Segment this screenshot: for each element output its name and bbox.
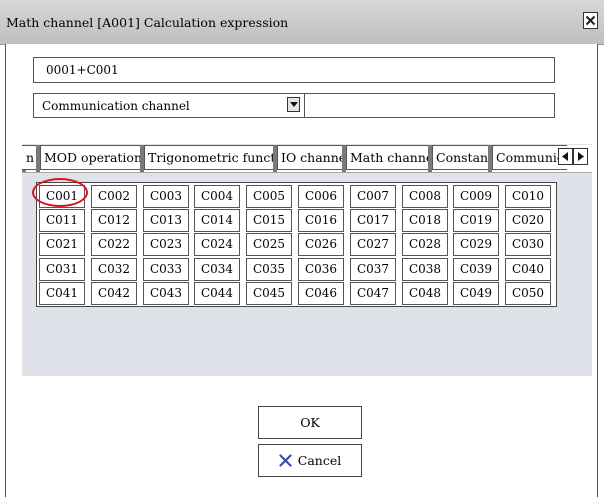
- channel-cell[interactable]: C036: [298, 258, 344, 281]
- channel-cell[interactable]: C048: [402, 282, 448, 305]
- channel-cell[interactable]: C006: [298, 185, 344, 208]
- cancel-label: Cancel: [297, 453, 342, 468]
- dropdown-divider: [304, 94, 305, 117]
- channel-cell[interactable]: C002: [91, 185, 137, 208]
- channel-cell[interactable]: C038: [402, 258, 448, 281]
- channel-cell[interactable]: C026: [298, 233, 344, 256]
- chevron-down-icon: [289, 101, 298, 107]
- tab-strip: n MOD operation Trigonometric function I…: [22, 145, 592, 173]
- channel-cell[interactable]: C005: [246, 185, 292, 208]
- tab-math-channel[interactable]: Math channel: [346, 145, 429, 170]
- channel-cell[interactable]: C049: [453, 282, 499, 305]
- arrow-left-icon: [562, 152, 568, 161]
- expression-input[interactable]: [33, 57, 555, 83]
- channel-cell[interactable]: C041: [39, 282, 85, 305]
- channel-cell[interactable]: C025: [246, 233, 292, 256]
- category-dropdown[interactable]: Communication channel: [33, 93, 555, 118]
- channel-cell[interactable]: C020: [505, 209, 551, 232]
- channel-grid: C001 C002 C003 C004 C005 C006 C007 C008 C009 C010…: [36, 182, 557, 307]
- channel-cell[interactable]: C019: [453, 209, 499, 232]
- channel-cell[interactable]: C016: [298, 209, 344, 232]
- channel-cell[interactable]: C018: [402, 209, 448, 232]
- tab-scroll-right-button[interactable]: [573, 148, 588, 165]
- channel-cell[interactable]: C039: [453, 258, 499, 281]
- channel-cell[interactable]: C013: [143, 209, 189, 232]
- arrow-right-icon: [578, 152, 584, 161]
- title-bar: Math channel [A001] Calculation expressi…: [0, 0, 604, 45]
- channel-cell[interactable]: C044: [194, 282, 240, 305]
- x-icon: [279, 454, 292, 467]
- channel-cell[interactable]: C003: [143, 185, 189, 208]
- tab-constant[interactable]: Constant: [432, 145, 489, 170]
- channel-cell[interactable]: C050: [505, 282, 551, 305]
- tab-trigonometric-function[interactable]: Trigonometric function: [144, 145, 274, 170]
- channel-cell[interactable]: C017: [350, 209, 396, 232]
- close-button[interactable]: [583, 12, 598, 29]
- channel-cell[interactable]: C043: [143, 282, 189, 305]
- channel-cell[interactable]: C021: [39, 233, 85, 256]
- channel-cell[interactable]: C004: [194, 185, 240, 208]
- channel-cell[interactable]: C008: [402, 185, 448, 208]
- ok-label: OK: [300, 415, 320, 430]
- ok-button[interactable]: OK: [258, 406, 362, 439]
- channel-cell[interactable]: C031: [39, 258, 85, 281]
- channel-cell[interactable]: C030: [505, 233, 551, 256]
- channel-cell[interactable]: C033: [143, 258, 189, 281]
- channel-cell[interactable]: C012: [91, 209, 137, 232]
- tab-scroll-left-button[interactable]: [558, 148, 573, 165]
- tab-io-channel[interactable]: IO channel: [277, 145, 343, 170]
- channel-cell[interactable]: C023: [143, 233, 189, 256]
- channel-cell[interactable]: C047: [350, 282, 396, 305]
- cancel-button[interactable]: Cancel: [258, 444, 362, 477]
- channel-cell[interactable]: C014: [194, 209, 240, 232]
- tab-mod-operation[interactable]: MOD operation: [40, 145, 141, 170]
- close-icon: [585, 15, 596, 26]
- channel-cell[interactable]: C010: [505, 185, 551, 208]
- channel-cell[interactable]: C045: [246, 282, 292, 305]
- channel-cell[interactable]: C027: [350, 233, 396, 256]
- channel-cell[interactable]: C037: [350, 258, 396, 281]
- channel-cell[interactable]: C040: [505, 258, 551, 281]
- channel-cell[interactable]: C024: [194, 233, 240, 256]
- channel-cell[interactable]: C046: [298, 282, 344, 305]
- channel-cell[interactable]: C035: [246, 258, 292, 281]
- channel-cell[interactable]: C034: [194, 258, 240, 281]
- channel-cell[interactable]: C007: [350, 185, 396, 208]
- channel-cell[interactable]: C001: [39, 185, 85, 208]
- channel-cell[interactable]: C015: [246, 209, 292, 232]
- channel-cell[interactable]: C032: [91, 258, 137, 281]
- channel-cell[interactable]: C022: [91, 233, 137, 256]
- tab-communication-channel[interactable]: Communica: [492, 145, 567, 170]
- channel-cell[interactable]: C009: [453, 185, 499, 208]
- category-selected: Communication channel: [42, 99, 190, 113]
- dropdown-button[interactable]: [287, 97, 300, 112]
- channel-cell[interactable]: C011: [39, 209, 85, 232]
- channel-cell[interactable]: C029: [453, 233, 499, 256]
- channel-cell[interactable]: C042: [91, 282, 137, 305]
- channel-cell[interactable]: C028: [402, 233, 448, 256]
- window-title: Math channel [A001] Calculation expressi…: [6, 15, 289, 30]
